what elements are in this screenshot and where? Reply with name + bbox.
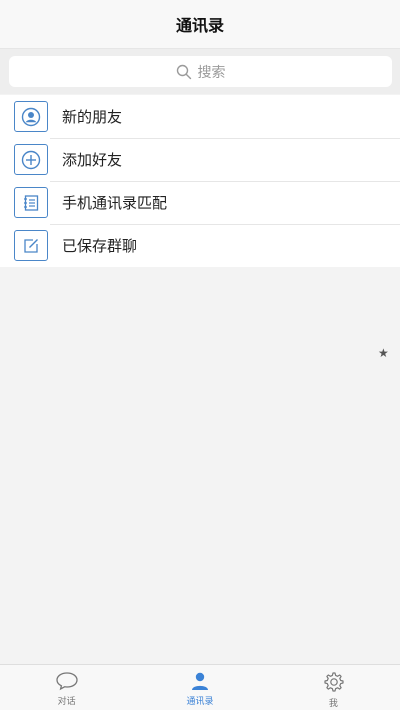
edit-icon bbox=[14, 230, 48, 261]
contacts-screen: 通讯录 搜索 新的朋友 添加好友 手机通讯录匹配 已保存群聊 ★ 对话 通讯录 … bbox=[0, 0, 400, 710]
contacts-book-icon bbox=[14, 187, 48, 218]
user-icon bbox=[14, 101, 48, 132]
tab-label: 对话 bbox=[57, 697, 76, 707]
contacts-function-list: 新的朋友 添加好友 手机通讯录匹配 已保存群聊 bbox=[0, 95, 400, 267]
contacts-person-icon bbox=[189, 671, 211, 691]
list-item-label: 新的朋友 bbox=[62, 108, 123, 126]
tab-label: 通讯录 bbox=[186, 697, 214, 707]
chat-bubble-icon bbox=[55, 671, 79, 691]
gear-icon bbox=[322, 671, 344, 693]
list-item-label: 添加好友 bbox=[62, 151, 123, 169]
list-item-phone-contacts-match[interactable]: 手机通讯录匹配 bbox=[0, 181, 400, 224]
list-item-saved-groups[interactable]: 已保存群聊 bbox=[0, 224, 400, 267]
tab-contacts[interactable]: 通讯录 bbox=[133, 665, 266, 710]
list-item-label: 手机通讯录匹配 bbox=[62, 194, 168, 212]
search-icon bbox=[176, 64, 192, 80]
add-circle-icon bbox=[14, 144, 48, 175]
page-title: 通讯录 bbox=[175, 16, 224, 35]
search-placeholder: 搜索 bbox=[197, 64, 226, 81]
top-nav-bar: 通讯录 bbox=[0, 0, 400, 49]
bottom-tab-bar: 对话 通讯录 我 bbox=[0, 664, 400, 710]
list-item-add-friend[interactable]: 添加好友 bbox=[0, 138, 400, 181]
list-item-label: 已保存群聊 bbox=[62, 237, 138, 255]
tab-conversations[interactable]: 对话 bbox=[0, 665, 133, 710]
tab-label: 我 bbox=[328, 699, 338, 709]
star-icon[interactable]: ★ bbox=[378, 346, 389, 360]
tab-me[interactable]: 我 bbox=[267, 665, 400, 710]
search-input[interactable]: 搜索 bbox=[9, 56, 392, 87]
list-item-new-friends[interactable]: 新的朋友 bbox=[0, 95, 400, 138]
search-bar-container: 搜索 bbox=[0, 49, 400, 94]
